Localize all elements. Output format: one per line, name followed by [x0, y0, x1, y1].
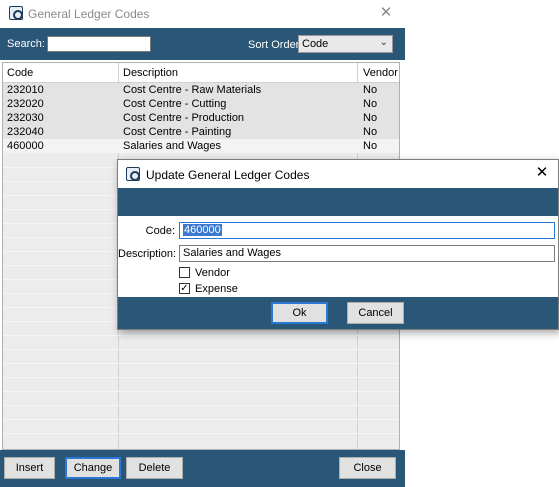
dialog-button-bar: Ok Cancel [118, 297, 558, 329]
row-divider [3, 419, 399, 420]
cell-description: Salaries and Wages [123, 140, 222, 152]
code-value: 460000 [183, 224, 222, 236]
dialog-header-band [118, 188, 558, 216]
cell-description: Cost Centre - Production [123, 112, 245, 124]
cell-vendor: No [363, 112, 378, 124]
expense-checkbox[interactable]: ✓ [179, 283, 190, 294]
code-field[interactable]: 460000 [179, 222, 555, 239]
title-bar: General Ledger Codes ✕ [0, 0, 405, 28]
cell-description: Cost Centre - Cutting [123, 98, 227, 110]
row-divider [3, 363, 399, 364]
description-label: Description: [118, 248, 177, 260]
cell-code: 232020 [7, 98, 44, 110]
row-divider [3, 335, 399, 336]
window-title: General Ledger Codes [28, 7, 150, 21]
close-icon[interactable]: ✕ [532, 163, 552, 183]
sort-order-value: Code [302, 38, 329, 50]
cell-vendor: No [363, 126, 378, 138]
header-vendor[interactable]: Vendor [363, 67, 398, 79]
header-description[interactable]: Description [123, 67, 178, 79]
vendor-label: Vendor [195, 267, 230, 279]
table-row-selected[interactable]: 460000 Salaries and Wages No [3, 139, 399, 153]
search-input[interactable] [47, 36, 151, 52]
code-label: Code: [145, 225, 175, 237]
dialog-title: Update General Ledger Codes [146, 168, 310, 182]
app-icon [9, 6, 23, 20]
ok-button[interactable]: Ok [271, 302, 328, 324]
search-label: Search: [7, 38, 45, 50]
vendor-checkbox[interactable] [179, 267, 190, 278]
row-divider [3, 405, 399, 406]
sort-order-select[interactable]: Code ⌄ [298, 35, 393, 53]
table-row[interactable]: 232030 Cost Centre - Production No [3, 111, 399, 125]
close-button[interactable]: Close [339, 457, 396, 479]
cell-code: 460000 [7, 140, 44, 152]
row-divider [3, 433, 399, 434]
sort-order-label: Sort Order [248, 39, 300, 51]
cell-description: Cost Centre - Raw Materials [123, 84, 262, 96]
cell-description: Cost Centre - Painting [123, 126, 232, 138]
change-button[interactable]: Change [65, 457, 121, 479]
cell-vendor: No [363, 98, 378, 110]
cell-vendor: No [363, 84, 378, 96]
table-row[interactable]: 232040 Cost Centre - Painting No [3, 125, 399, 139]
close-icon[interactable]: ✕ [375, 3, 397, 23]
update-dialog: Update General Ledger Codes ✕ Code: 4600… [117, 159, 559, 330]
insert-button[interactable]: Insert [4, 457, 55, 479]
description-value: Salaries and Wages [183, 247, 282, 259]
cell-code: 232040 [7, 126, 44, 138]
cell-vendor: No [363, 140, 378, 152]
app-icon [126, 167, 140, 181]
delete-button[interactable]: Delete [126, 457, 183, 479]
cell-code: 232030 [7, 112, 44, 124]
row-divider [3, 391, 399, 392]
dialog-title-bar: Update General Ledger Codes ✕ [118, 160, 558, 188]
chevron-down-icon: ⌄ [379, 37, 388, 48]
cancel-button[interactable]: Cancel [347, 302, 404, 324]
header-code[interactable]: Code [7, 67, 33, 79]
cell-code: 232010 [7, 84, 44, 96]
row-divider [3, 349, 399, 350]
table-row[interactable]: 232010 Cost Centre - Raw Materials No [3, 83, 399, 97]
expense-label: Expense [195, 283, 238, 295]
grid-header: Code Description Vendor [3, 63, 399, 83]
button-bar: Insert Change Delete Close [0, 450, 405, 487]
row-divider [3, 377, 399, 378]
description-field[interactable]: Salaries and Wages [179, 245, 555, 262]
table-row[interactable]: 232020 Cost Centre - Cutting No [3, 97, 399, 111]
toolbar: Search: Sort Order Code ⌄ [0, 28, 405, 60]
